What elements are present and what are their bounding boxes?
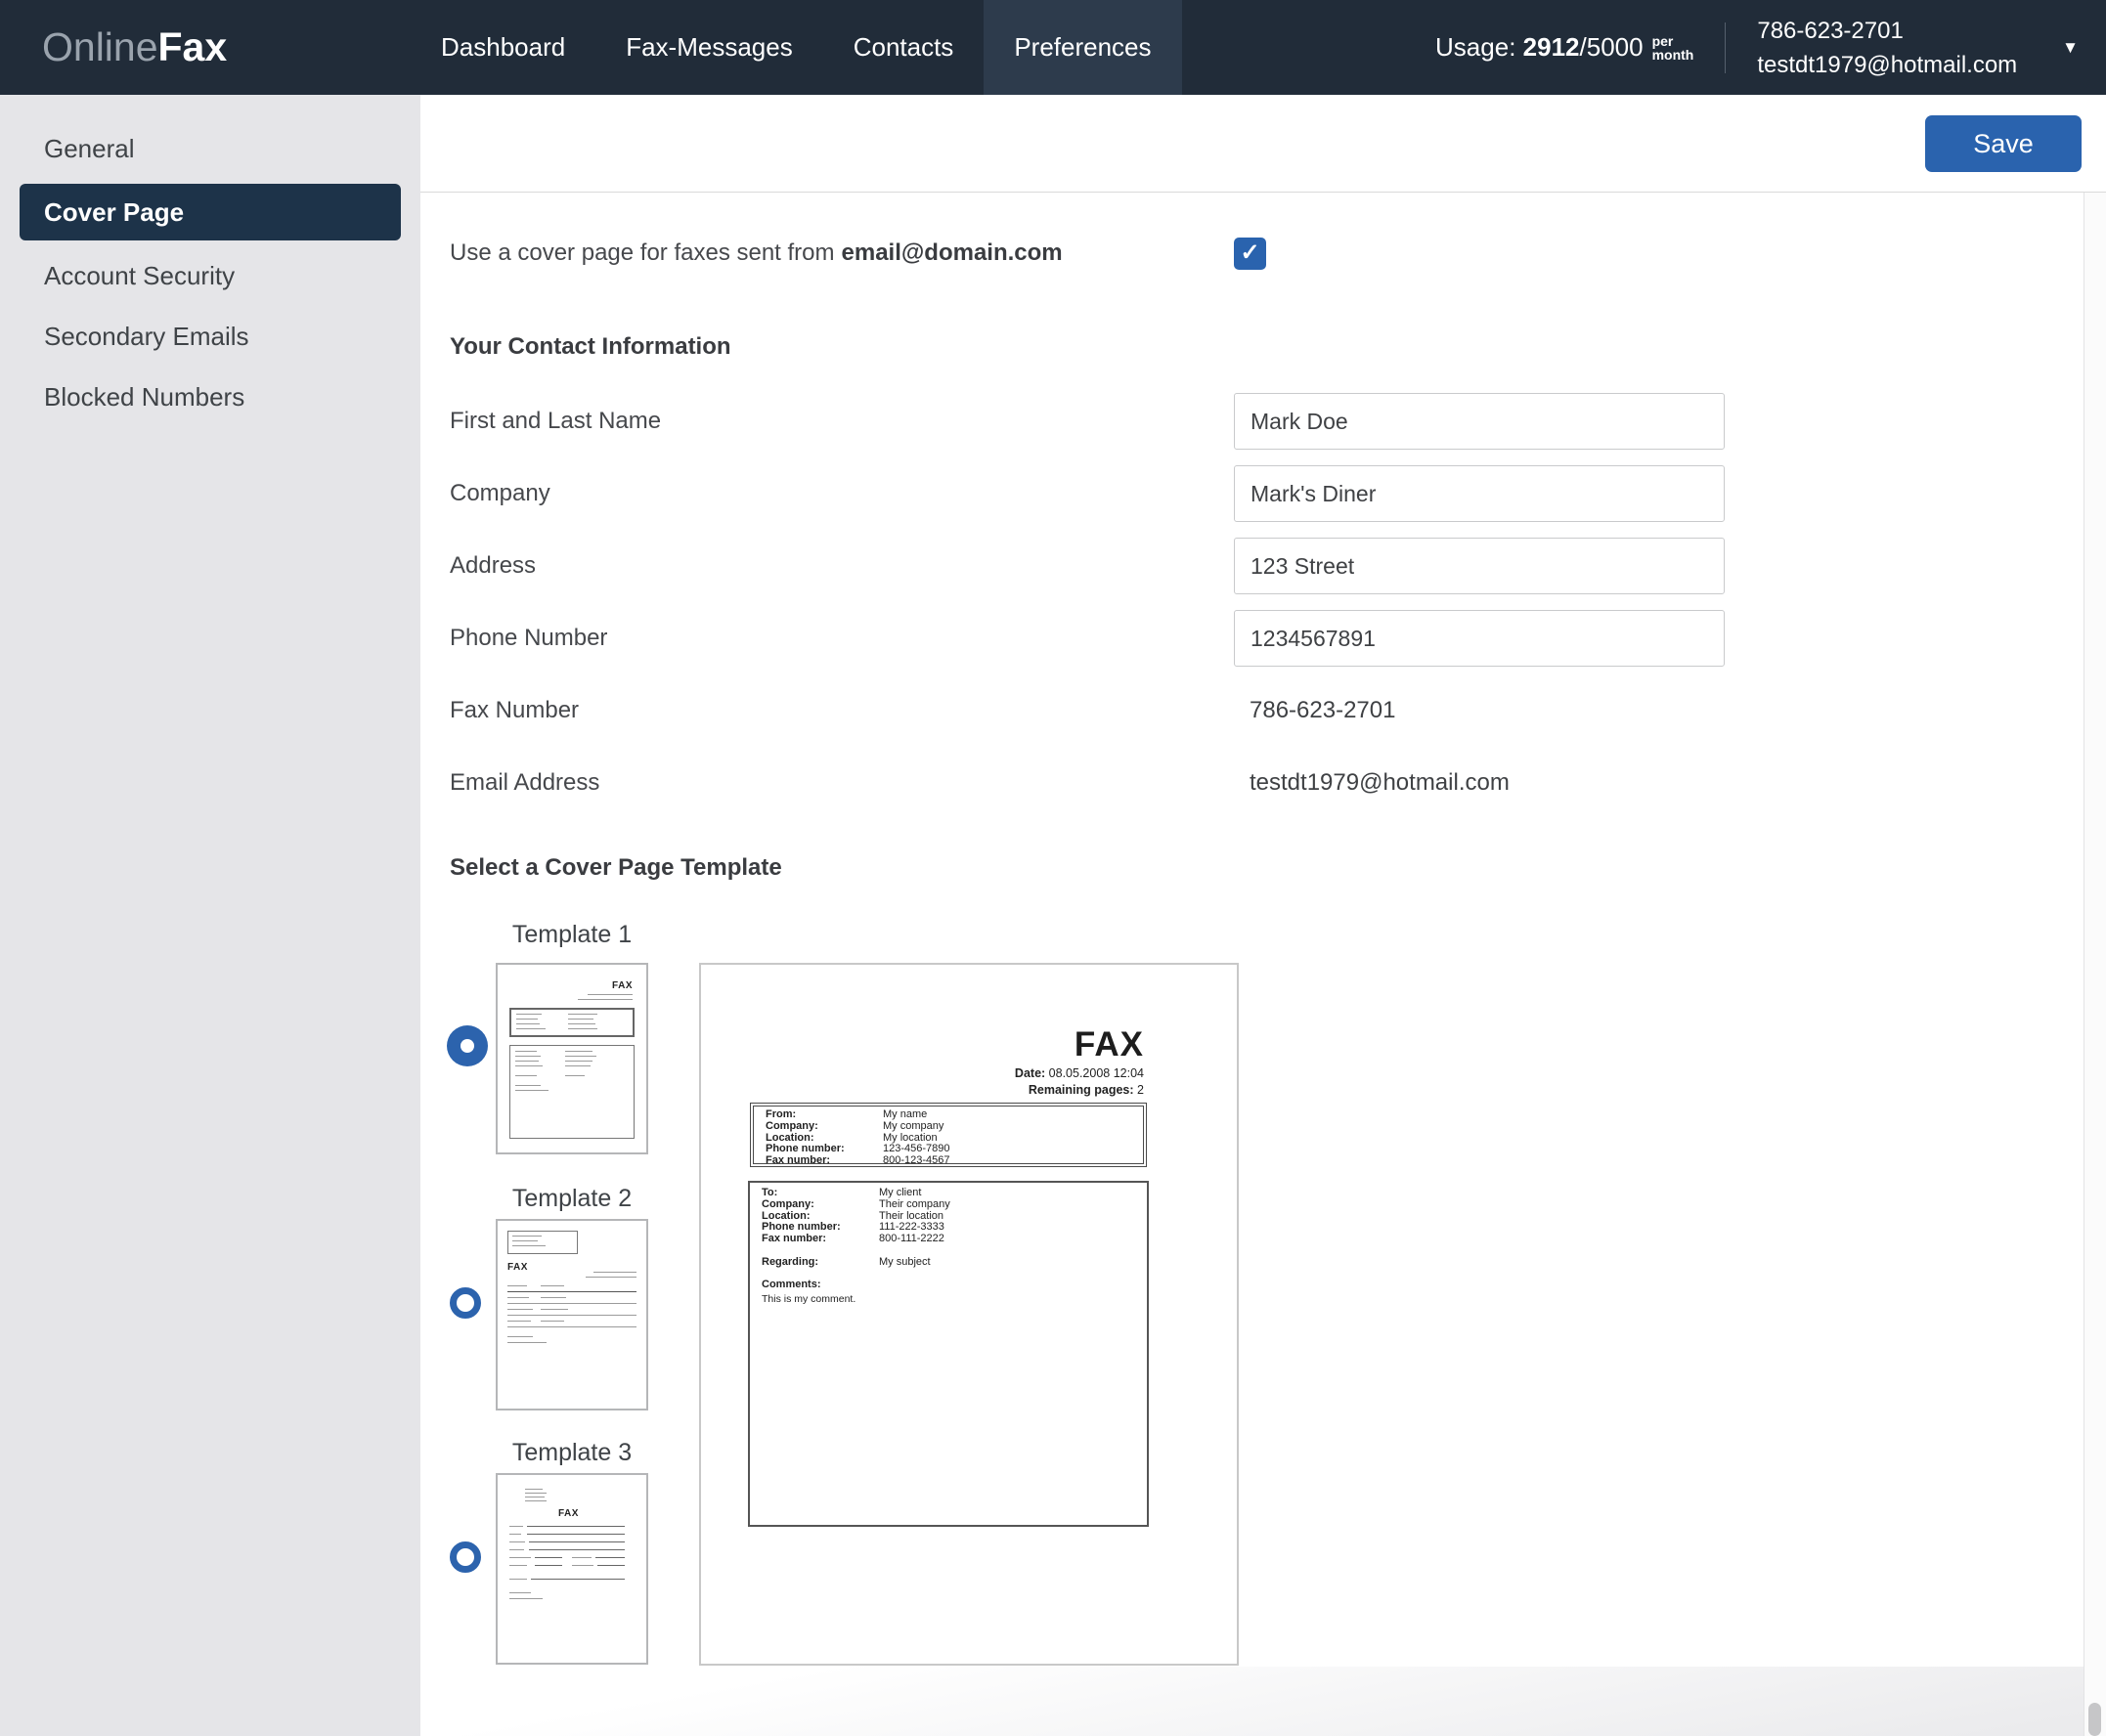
usage-separator: / bbox=[1579, 32, 1587, 62]
template-selection: Template 1 FAX Template 2 FAX Template 3… bbox=[447, 886, 2106, 1718]
template-1-label: Template 1 bbox=[511, 921, 633, 948]
save-toolbar: Save bbox=[420, 95, 2106, 193]
preferences-sidebar: General Cover Page Account Security Seco… bbox=[0, 95, 420, 1736]
app-logo[interactable]: Online Fax bbox=[42, 0, 227, 95]
cover-page-settings: Use a cover page for faxes sent from emai… bbox=[420, 232, 2106, 1718]
main-nav: Dashboard Fax-Messages Contacts Preferen… bbox=[411, 0, 1182, 95]
form-row-address: Address bbox=[450, 530, 2106, 602]
template-3-radio[interactable] bbox=[450, 1541, 481, 1573]
mini-fax-title: FAX bbox=[612, 980, 633, 991]
usage-total: 5000 bbox=[1586, 32, 1644, 62]
template-2-radio[interactable] bbox=[450, 1287, 481, 1319]
preview-comment-text: This is my comment. bbox=[762, 1292, 856, 1305]
email-address-value: testdt1979@hotmail.com bbox=[1250, 769, 1510, 796]
sidebar-item-general[interactable]: General bbox=[0, 118, 420, 179]
use-cover-page-row: Use a cover page for faxes sent from emai… bbox=[450, 232, 2106, 275]
account-phone: 786-623-2701 bbox=[1757, 17, 1904, 44]
address-label: Address bbox=[450, 552, 537, 579]
header-right-cluster: Usage: 2912/5000 per month 786-623-2701 … bbox=[1435, 0, 2106, 95]
sidebar-item-blocked-numbers[interactable]: Blocked Numbers bbox=[0, 367, 420, 427]
chevron-down-icon[interactable]: ▼ bbox=[2062, 38, 2079, 58]
contact-info-heading: Your Contact Information bbox=[450, 333, 731, 360]
mini-fax-title: FAX bbox=[507, 1262, 528, 1273]
main-panel: Save Use a cover page for faxes sent fro… bbox=[420, 95, 2106, 1736]
save-button[interactable]: Save bbox=[1925, 115, 2082, 172]
form-row-company: Company bbox=[450, 457, 2106, 530]
template-2-thumbnail[interactable]: FAX bbox=[496, 1219, 648, 1410]
template-heading: Select a Cover Page Template bbox=[450, 854, 782, 881]
top-navbar: Online Fax Dashboard Fax-Messages Contact… bbox=[0, 0, 2106, 95]
preview-remaining-line: Remaining pages: 2 bbox=[1028, 1083, 1144, 1097]
usage-label: Usage: bbox=[1435, 32, 1516, 62]
template-1-radio[interactable] bbox=[447, 1025, 488, 1066]
preview-date-line: Date: 08.05.2008 12:04 bbox=[1014, 1066, 1144, 1080]
form-row-phone: Phone Number bbox=[450, 602, 2106, 674]
logo-text-fax: Fax bbox=[157, 24, 228, 69]
preview-comments-label-row: Comments: bbox=[762, 1278, 821, 1290]
form-row-name: First and Last Name bbox=[450, 385, 2106, 457]
phone-label: Phone Number bbox=[450, 625, 608, 651]
template-1-thumbnail[interactable]: FAX bbox=[496, 963, 648, 1154]
template-2-label: Template 2 bbox=[511, 1185, 633, 1212]
usage-per-month: per month bbox=[1651, 32, 1694, 63]
sidebar-item-secondary-emails[interactable]: Secondary Emails bbox=[0, 306, 420, 367]
nav-fax-messages[interactable]: Fax-Messages bbox=[595, 0, 823, 95]
radio-dot bbox=[461, 1039, 474, 1053]
template-3-label: Template 3 bbox=[511, 1439, 633, 1466]
preview-regarding-row: Regarding: My subject bbox=[762, 1255, 931, 1268]
mini-fax-title: FAX bbox=[558, 1508, 579, 1519]
contact-info-form: First and Last Name Company Address Phon… bbox=[450, 385, 2106, 819]
account-info[interactable]: 786-623-2701 testdt1979@hotmail.com bbox=[1757, 14, 2017, 82]
preview-to-block: To: My client Company: Their company Locat… bbox=[748, 1181, 1149, 1527]
form-row-email-address: Email Address testdt1979@hotmail.com bbox=[450, 747, 2106, 819]
company-field[interactable] bbox=[1234, 465, 1725, 522]
use-cover-page-checkbox[interactable]: ✓ bbox=[1234, 237, 1266, 270]
cover-page-toggle-label: Use a cover page for faxes sent from emai… bbox=[450, 239, 1063, 266]
usage-used: 2912 bbox=[1522, 32, 1580, 62]
name-field[interactable] bbox=[1234, 393, 1725, 450]
check-icon: ✓ bbox=[1240, 239, 1260, 266]
template-3-thumbnail[interactable]: FAX bbox=[496, 1473, 648, 1665]
sender-email-bold: email@domain.com bbox=[841, 239, 1063, 266]
nav-dashboard[interactable]: Dashboard bbox=[411, 0, 595, 95]
account-email: testdt1979@hotmail.com bbox=[1757, 51, 2018, 78]
form-row-fax-number: Fax Number 786-623-2701 bbox=[450, 674, 2106, 747]
preview-fax-title: FAX bbox=[1074, 1025, 1144, 1063]
phone-field[interactable] bbox=[1234, 610, 1725, 667]
nav-contacts[interactable]: Contacts bbox=[823, 0, 985, 95]
company-label: Company bbox=[450, 480, 550, 506]
template-preview: FAX Date: 08.05.2008 12:04 Remaining pag… bbox=[699, 963, 1239, 1666]
sidebar-item-cover-page[interactable]: Cover Page bbox=[20, 184, 401, 240]
fax-number-label: Fax Number bbox=[450, 697, 580, 723]
address-field[interactable] bbox=[1234, 538, 1725, 594]
preview-from-block: From: My name Company: My company Location… bbox=[750, 1103, 1147, 1167]
fax-number-value: 786-623-2701 bbox=[1250, 697, 1396, 723]
usage-indicator: Usage: 2912/5000 per month bbox=[1435, 32, 1693, 63]
name-label: First and Last Name bbox=[450, 408, 662, 434]
email-address-label: Email Address bbox=[450, 769, 600, 796]
sidebar-item-account-security[interactable]: Account Security bbox=[0, 245, 420, 306]
nav-preferences[interactable]: Preferences bbox=[984, 0, 1182, 95]
logo-text-online: Online bbox=[42, 24, 158, 69]
header-divider bbox=[1725, 22, 1727, 73]
online-fax-preferences-page: Online Fax Dashboard Fax-Messages Contact… bbox=[0, 0, 2106, 1736]
